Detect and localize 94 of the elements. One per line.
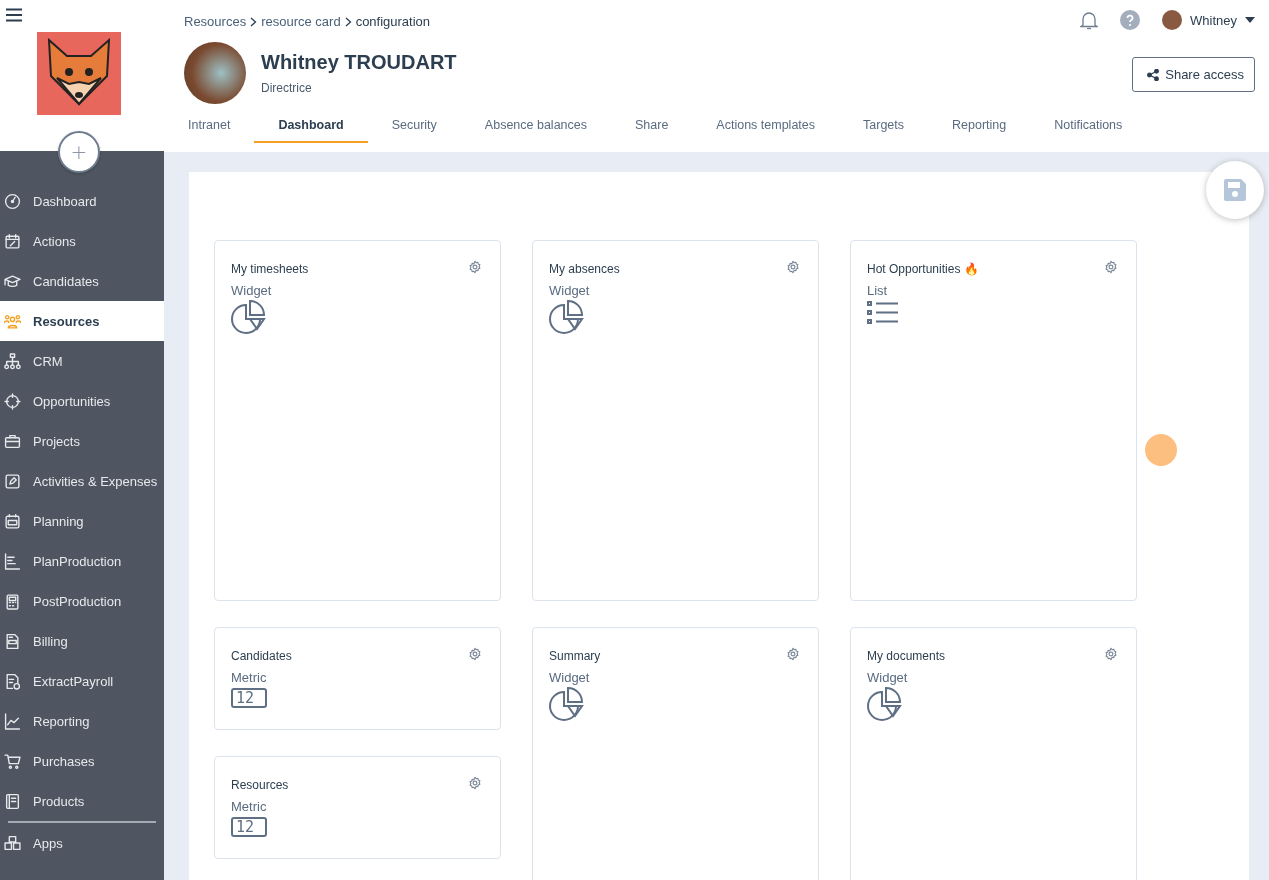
- chevron-icon: [250, 16, 258, 27]
- tab[interactable]: Reporting: [928, 110, 1031, 143]
- widget-card[interactable]: My timesheets Widget: [214, 240, 501, 601]
- sidebar-item[interactable]: Opportunities: [0, 381, 164, 421]
- settings-icon[interactable]: [1104, 260, 1118, 274]
- sidebar-item[interactable]: Apps: [0, 823, 164, 863]
- menu-icon[interactable]: [6, 8, 22, 22]
- gauge-icon: [4, 192, 21, 210]
- breadcrumb-current: configuration: [355, 14, 431, 29]
- sidebar-item[interactable]: Activities & Expenses: [0, 461, 164, 501]
- sidebar-item[interactable]: Purchases: [0, 741, 164, 781]
- widget-card[interactable]: Summary Widget: [532, 627, 819, 880]
- document-clock-icon: [4, 672, 21, 690]
- tab[interactable]: Targets: [839, 110, 929, 143]
- tab[interactable]: Actions templates: [692, 110, 840, 143]
- metric-value: 12: [231, 817, 267, 837]
- help-icon[interactable]: [1120, 10, 1141, 30]
- crosshair-icon: [4, 392, 21, 410]
- settings-icon[interactable]: [468, 260, 482, 274]
- pie-chart-icon: [549, 687, 585, 721]
- widget-card[interactable]: Hot Opportunities 🔥 List: [850, 240, 1137, 601]
- bell-icon[interactable]: [1080, 10, 1099, 30]
- tab[interactable]: Notifications: [1030, 110, 1147, 143]
- sidebar-item[interactable]: Projects: [0, 421, 164, 461]
- briefcase-icon: [4, 432, 21, 450]
- list-icon: [867, 300, 899, 324]
- sidebar-item[interactable]: Actions: [0, 221, 164, 261]
- tab[interactable]: Intranet: [164, 110, 255, 143]
- settings-icon[interactable]: [1104, 647, 1118, 661]
- profile-name: Whitney TROUDART: [261, 51, 457, 74]
- sidebar-item[interactable]: CRM: [0, 341, 164, 381]
- breadcrumb-link[interactable]: Resources: [184, 14, 247, 29]
- pie-chart-icon: [549, 300, 585, 334]
- card-type: Metric: [231, 799, 268, 814]
- settings-icon[interactable]: [468, 647, 482, 661]
- card-title: Candidates: [231, 649, 292, 663]
- card-type: Widget: [549, 670, 591, 685]
- tab[interactable]: Share: [611, 110, 693, 143]
- profile-role: Directrice: [261, 81, 313, 95]
- settings-icon[interactable]: [786, 260, 800, 274]
- avatar-photo: [1162, 10, 1183, 30]
- tab[interactable]: Dashboard: [254, 110, 368, 143]
- calendar-icon: [4, 232, 21, 250]
- hierarchy-icon: [4, 352, 21, 370]
- card-title: Resources: [231, 778, 289, 792]
- card-type: Widget: [549, 283, 591, 298]
- share-icon: [1147, 68, 1160, 81]
- sidebar-item[interactable]: Resources: [0, 301, 164, 341]
- graduation-cap-icon: [4, 272, 21, 290]
- sidebar-item[interactable]: Reporting: [0, 701, 164, 741]
- sidebar-item[interactable]: Planning: [0, 501, 164, 541]
- card-title: Hot Opportunities 🔥: [867, 262, 979, 276]
- sidebar-item[interactable]: Candidates: [0, 261, 164, 301]
- sidebar-item[interactable]: Billing: [0, 621, 164, 661]
- sidebar-item[interactable]: Products: [0, 781, 164, 821]
- sidebar-item[interactable]: PostProduction: [0, 581, 164, 621]
- card-title: My timesheets: [231, 262, 309, 276]
- people-icon: [4, 312, 21, 330]
- book-icon: [4, 792, 21, 810]
- pie-chart-icon: [231, 300, 267, 334]
- card-type: Metric: [231, 670, 268, 685]
- cubes-icon: [4, 834, 21, 852]
- card-title: Summary: [549, 649, 601, 663]
- line-chart-icon: [4, 712, 21, 730]
- share-access-button[interactable]: Share access: [1132, 57, 1255, 92]
- save-icon: [1222, 177, 1248, 203]
- calendar-icon: [4, 512, 21, 530]
- sidebar-item[interactable]: PlanProduction: [0, 541, 164, 581]
- card-type: Widget: [231, 283, 273, 298]
- pencil-icon: [4, 472, 21, 490]
- sidebar-item[interactable]: Dashboard: [0, 181, 164, 221]
- card-type: List: [867, 283, 889, 298]
- pie-chart-icon: [867, 687, 903, 721]
- card-title: My absences: [549, 262, 620, 276]
- widget-card[interactable]: Candidates Metric 12: [214, 627, 501, 730]
- widget-card[interactable]: Resources Metric 12: [214, 756, 501, 859]
- calculator-icon: [4, 592, 21, 610]
- widget-card[interactable]: My documents Widget: [850, 627, 1137, 880]
- caret-icon: [1245, 17, 1255, 23]
- tab[interactable]: Absence balances: [460, 110, 611, 143]
- tab[interactable]: Security: [367, 110, 461, 143]
- bar-chart-icon: [4, 552, 21, 570]
- widget-card[interactable]: My absences Widget: [532, 240, 819, 601]
- metric-value: 12: [231, 688, 267, 708]
- breadcrumb-link[interactable]: resource card: [261, 14, 341, 29]
- sidebar-item[interactable]: ExtractPayroll: [0, 661, 164, 701]
- settings-icon[interactable]: [786, 647, 800, 661]
- settings-icon[interactable]: [468, 776, 482, 790]
- user-menu[interactable]: Whitney: [1162, 10, 1255, 30]
- document-icon: [4, 632, 21, 650]
- card-title: My documents: [867, 649, 946, 663]
- cart-icon: [4, 752, 21, 770]
- card-type: Widget: [867, 670, 909, 685]
- chevron-icon: [344, 16, 352, 27]
